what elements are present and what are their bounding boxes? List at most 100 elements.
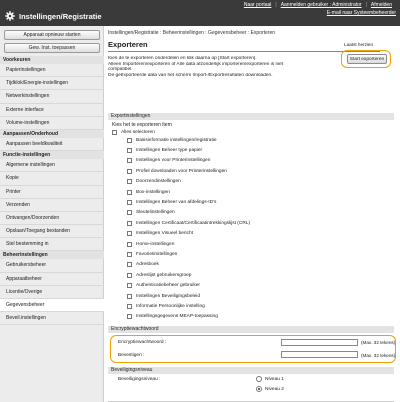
export-item-label: Informatie Persoonlijke instelling bbox=[136, 303, 205, 309]
gear-icon bbox=[5, 11, 15, 21]
sidebar-item[interactable]: Aanpassen beeldkwaliteit bbox=[0, 138, 104, 152]
export-item-row[interactable]: Adreslijst gebruikersgroep bbox=[127, 271, 191, 279]
apply-settings-button[interactable]: Gew. Inst. toepassen bbox=[4, 43, 100, 53]
app-title: Instellingen/Registratie bbox=[19, 11, 102, 21]
export-item-checkbox[interactable] bbox=[127, 314, 132, 320]
sidebar-item[interactable]: Algemene instellingen bbox=[0, 159, 104, 173]
top-bar: Naar portaal | Aanmelden gebruiker : Adm… bbox=[0, 0, 400, 26]
export-item-checkbox[interactable] bbox=[127, 199, 132, 205]
export-settings-header: Exportinstellingen bbox=[108, 113, 394, 120]
export-item-checkbox[interactable] bbox=[127, 251, 132, 257]
export-item-checkbox[interactable] bbox=[127, 272, 132, 278]
login-user-link[interactable]: Aanmelden gebruiker : Administrator bbox=[277, 2, 366, 8]
export-item-checkbox[interactable] bbox=[127, 189, 132, 195]
export-item-row[interactable]: Sleutelinstellingen bbox=[127, 209, 175, 217]
export-item-row[interactable]: Home-instellingen bbox=[127, 240, 174, 248]
export-item-row[interactable]: Box-instellingen bbox=[127, 188, 170, 196]
sidebar-item[interactable]: Opslaan/Toegang bestanden bbox=[0, 225, 104, 239]
password-section-header: Encryptiewachtwoord bbox=[108, 326, 394, 333]
export-item-label: Doorzendinstellingen bbox=[136, 179, 181, 185]
confirm-note: (Max. 32 tekens) bbox=[361, 353, 396, 358]
export-item-checkbox[interactable] bbox=[127, 283, 132, 289]
level-2-option[interactable]: Niveau 2 bbox=[256, 385, 284, 393]
last-edit-label: Laatst herzien bbox=[344, 42, 373, 47]
level-2-label: Niveau 2 bbox=[265, 386, 284, 392]
export-item-row[interactable]: Instellingen voor Printerinstellingen bbox=[127, 157, 210, 165]
sidebar-item[interactable]: Ontvangen/Doorzenden bbox=[0, 212, 104, 226]
sidebar-section-header: Functie-instellingen bbox=[0, 151, 104, 160]
main-content: Instellingen/Registratie : Beheerinstell… bbox=[104, 26, 400, 402]
export-item-row[interactable]: Doorzendinstellingen bbox=[127, 178, 181, 186]
level-1-option[interactable]: Niveau 1 bbox=[256, 375, 284, 383]
export-item-label: Instellingen Beheer van afdelings-ID's bbox=[136, 199, 217, 205]
sidebar-item[interactable]: Gegevensbeheer bbox=[0, 299, 104, 313]
breadcrumb: Instellingen/Registratie : Beheerinstell… bbox=[108, 30, 276, 36]
export-item-checkbox[interactable] bbox=[127, 293, 132, 299]
export-item-row[interactable]: Instellingen Visueel bericht bbox=[127, 230, 193, 238]
export-item-checkbox[interactable] bbox=[127, 179, 132, 185]
export-item-row[interactable]: Profiel downloaden voor Printerinstellin… bbox=[127, 167, 227, 175]
sidebar-item[interactable]: Gebruikersbeheer bbox=[0, 259, 104, 273]
export-item-label: Instellingen Beheer type papier bbox=[136, 147, 203, 153]
sidebar-item[interactable]: Volume-instellingen bbox=[0, 117, 104, 130]
export-item-checkbox[interactable] bbox=[127, 241, 132, 247]
export-item-row[interactable]: Instellingen Beheer type papier bbox=[127, 146, 202, 154]
sidebar-item[interactable]: Licentie/Overige bbox=[0, 286, 104, 299]
level-2-radio[interactable] bbox=[256, 386, 262, 392]
sidebar-item[interactable]: Papierinstellingen bbox=[0, 64, 104, 78]
select-all-row[interactable]: Alles selecteren bbox=[112, 129, 155, 136]
select-all-label: Alles selecteren bbox=[121, 130, 155, 135]
export-item-label: Instellingen voor Printerinstellingen bbox=[136, 158, 211, 164]
page-title: Exporteren bbox=[108, 40, 148, 49]
restart-device-button[interactable]: Apparaat opnieuw starten bbox=[4, 30, 100, 40]
export-item-label: Adreslijst gebruikersgroep bbox=[136, 272, 192, 278]
export-item-row[interactable]: Informatie Persoonlijke instelling bbox=[127, 302, 205, 310]
sidebar-item[interactable]: Tijdklok/Energie-instellingen bbox=[0, 77, 104, 91]
export-item-row[interactable]: Instellingen Beveiligingsbeleid bbox=[127, 292, 200, 300]
select-item-label: Kies het te exporteren item bbox=[112, 122, 172, 128]
export-item-checkbox[interactable] bbox=[127, 303, 132, 309]
export-item-row[interactable]: Instellingen Beheer van afdelings-ID's bbox=[127, 198, 216, 206]
export-item-checkbox[interactable] bbox=[127, 231, 132, 237]
mail-admin-link[interactable]: E-mail naar Systeembeheerder bbox=[327, 10, 396, 16]
portal-link[interactable]: Naar portaal bbox=[240, 2, 276, 8]
sidebar-item[interactable]: Verzenden bbox=[0, 199, 104, 212]
sidebar-item[interactable]: Apparaatbeheer bbox=[0, 273, 104, 286]
intro-text: Kies de te exporteren onderdelen en klik… bbox=[108, 56, 338, 78]
sidebar-item[interactable]: Externe interface bbox=[0, 104, 104, 117]
export-item-row[interactable]: Instellingen Certificaat/Certificaatintr… bbox=[127, 219, 250, 227]
sidebar-item[interactable]: Kopie bbox=[0, 172, 104, 186]
title-divider bbox=[108, 51, 380, 52]
export-item-label: Home-instellingen bbox=[136, 241, 175, 247]
password-input[interactable] bbox=[281, 339, 358, 346]
sidebar-section-header: Aanpassen/Onderhoud bbox=[0, 129, 104, 138]
export-item-checkbox[interactable] bbox=[127, 147, 132, 153]
level-1-radio[interactable] bbox=[256, 376, 262, 382]
sidebar-item[interactable]: Stel bestemming in bbox=[0, 238, 104, 252]
start-export-button[interactable]: Start exporteren bbox=[347, 54, 387, 64]
sidebar: Apparaat opnieuw starten Gew. Inst. toep… bbox=[0, 26, 104, 402]
top-nav: Naar portaal | Aanmelden gebruiker : Adm… bbox=[240, 1, 396, 16]
export-item-row[interactable]: Basisinformatie instellingen/registratie bbox=[127, 136, 217, 144]
confirm-password-input[interactable] bbox=[281, 351, 358, 358]
export-item-row[interactable]: Authenticatiebeheer gebruiker bbox=[127, 282, 200, 290]
export-item-row[interactable]: Favorietinstellingen bbox=[127, 250, 177, 258]
export-item-checkbox[interactable] bbox=[127, 220, 132, 226]
sidebar-item[interactable]: Netwerkinstellingen bbox=[0, 90, 104, 104]
export-item-label: Box-instellingen bbox=[136, 189, 170, 195]
export-item-label: Profiel downloaden voor Printerinstellin… bbox=[136, 168, 227, 174]
export-item-row[interactable]: Adresboek bbox=[127, 261, 159, 269]
select-all-checkbox[interactable] bbox=[112, 130, 117, 135]
export-item-checkbox[interactable] bbox=[127, 168, 132, 174]
export-item-label: Basisinformatie instellingen/registratie bbox=[136, 137, 217, 143]
export-item-checkbox[interactable] bbox=[127, 158, 132, 164]
sidebar-menu: Voorkeuren Papierinstellingen Tijdklok/Ene… bbox=[0, 56, 104, 326]
sidebar-item[interactable]: Printer bbox=[0, 186, 104, 199]
sidebar-item[interactable]: Beveil.instellingen bbox=[0, 312, 104, 326]
logout-link[interactable]: Afmelden bbox=[367, 2, 396, 8]
export-item-checkbox[interactable] bbox=[127, 137, 132, 143]
export-item-checkbox[interactable] bbox=[127, 210, 132, 216]
export-item-row[interactable]: Instellingsgegevens MEAP-toepassing bbox=[127, 313, 218, 321]
confirm-label: Bevestigen : bbox=[118, 353, 145, 358]
export-item-checkbox[interactable] bbox=[127, 262, 132, 268]
